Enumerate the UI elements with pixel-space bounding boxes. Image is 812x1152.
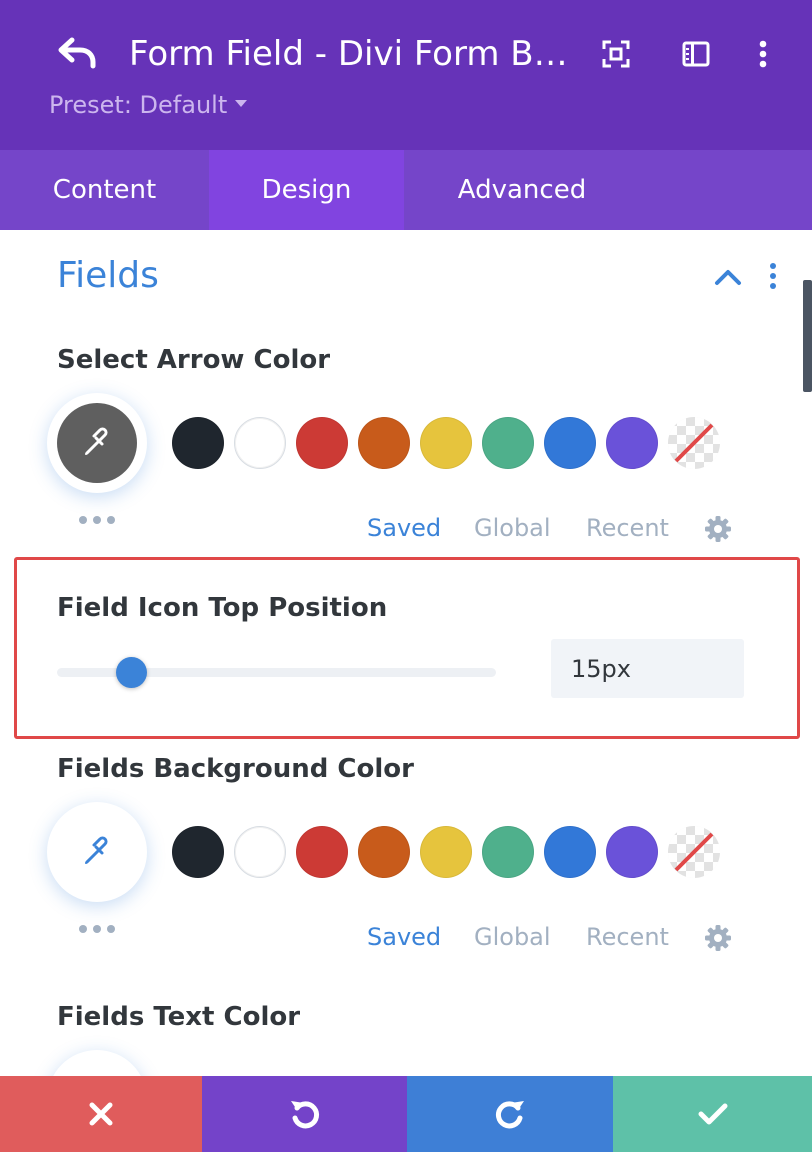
color-settings-button[interactable] [704, 924, 732, 952]
swatch-transparent[interactable] [668, 417, 720, 469]
tab-design[interactable]: Design [209, 150, 404, 230]
color-tab-saved[interactable]: Saved [367, 920, 441, 954]
color-tab-recent[interactable]: Recent [586, 511, 669, 545]
header-menu-button[interactable] [745, 36, 781, 72]
sidebar-layout-icon [682, 41, 710, 67]
field-icon-top-position-input[interactable] [551, 639, 744, 698]
undo-button[interactable] [202, 1076, 407, 1152]
eyedropper-icon [85, 427, 108, 455]
chevron-up-icon [715, 270, 741, 285]
tab-advanced[interactable]: Advanced [404, 150, 640, 230]
transparent-swatch-icon [668, 417, 720, 469]
sidebar-toggle-button[interactable] [678, 36, 714, 72]
modal-title: Form Field - Divi Form Builder [129, 34, 574, 74]
swatch-white[interactable] [234, 417, 286, 469]
save-button[interactable] [613, 1076, 812, 1152]
swatch-yellow[interactable] [420, 826, 472, 878]
swatch-white[interactable] [234, 826, 286, 878]
tab-content[interactable]: Content [0, 150, 209, 230]
close-icon [89, 1102, 113, 1126]
swatch-yellow[interactable] [420, 417, 472, 469]
swatch-red[interactable] [296, 417, 348, 469]
current-color-preview [57, 403, 137, 483]
swatch-orange[interactable] [358, 826, 410, 878]
swatch-transparent[interactable] [668, 826, 720, 878]
color-settings-button[interactable] [704, 515, 732, 543]
select-arrow-color-label: Select Arrow Color [57, 345, 331, 375]
focus-mode-icon [602, 40, 630, 68]
swatch-blue[interactable] [544, 826, 596, 878]
redo-button[interactable] [407, 1076, 613, 1152]
gear-icon [705, 516, 731, 542]
caret-down-icon [235, 99, 248, 107]
swatch-purple[interactable] [606, 417, 658, 469]
modal-header: Form Field - Divi Form Builder Preset: D… [0, 0, 812, 150]
swatch-green[interactable] [482, 826, 534, 878]
checkmark-icon [698, 1103, 727, 1125]
swatch-purple[interactable] [606, 826, 658, 878]
color-tab-global[interactable]: Global [474, 511, 551, 545]
tab-bar: Content Design Advanced [0, 150, 812, 230]
swatch-red[interactable] [296, 826, 348, 878]
more-options-dots[interactable] [79, 922, 115, 936]
swatch-blue[interactable] [544, 417, 596, 469]
gear-icon [705, 925, 731, 951]
fields-background-color-picker[interactable] [47, 802, 147, 902]
back-button[interactable] [58, 36, 98, 72]
preset-label: Preset: Default [49, 91, 228, 119]
swatch-black[interactable] [172, 417, 224, 469]
swatch-black[interactable] [172, 826, 224, 878]
color-tab-saved[interactable]: Saved [367, 511, 441, 545]
color-tab-global[interactable]: Global [474, 920, 551, 954]
preset-dropdown[interactable]: Preset: Default [49, 88, 248, 122]
section-title: Fields [57, 255, 159, 296]
more-options-dots[interactable] [79, 513, 115, 527]
vertical-dots-icon [770, 263, 776, 289]
redo-icon [495, 1101, 524, 1129]
collapse-section-button[interactable] [712, 262, 744, 292]
scrollbar-thumb[interactable] [803, 280, 812, 392]
swatch-orange[interactable] [358, 417, 410, 469]
fields-text-color-label: Fields Text Color [57, 1002, 301, 1032]
vertical-dots-icon [759, 40, 767, 68]
swatch-green[interactable] [482, 417, 534, 469]
field-icon-top-position-label: Field Icon Top Position [57, 593, 388, 623]
section-menu-button[interactable] [762, 260, 784, 294]
modal-footer [0, 1076, 812, 1152]
fields-background-color-label: Fields Background Color [57, 754, 414, 784]
undo-icon [290, 1101, 319, 1129]
eyedropper-icon [85, 836, 108, 864]
color-tab-recent[interactable]: Recent [586, 920, 669, 954]
select-arrow-color-picker[interactable] [47, 393, 147, 493]
current-color-preview [57, 812, 137, 892]
undo-arrow-icon [58, 37, 96, 69]
cancel-button[interactable] [0, 1076, 202, 1152]
focus-mode-button[interactable] [598, 36, 634, 72]
slider-handle[interactable] [116, 657, 148, 688]
transparent-swatch-icon [668, 826, 720, 878]
